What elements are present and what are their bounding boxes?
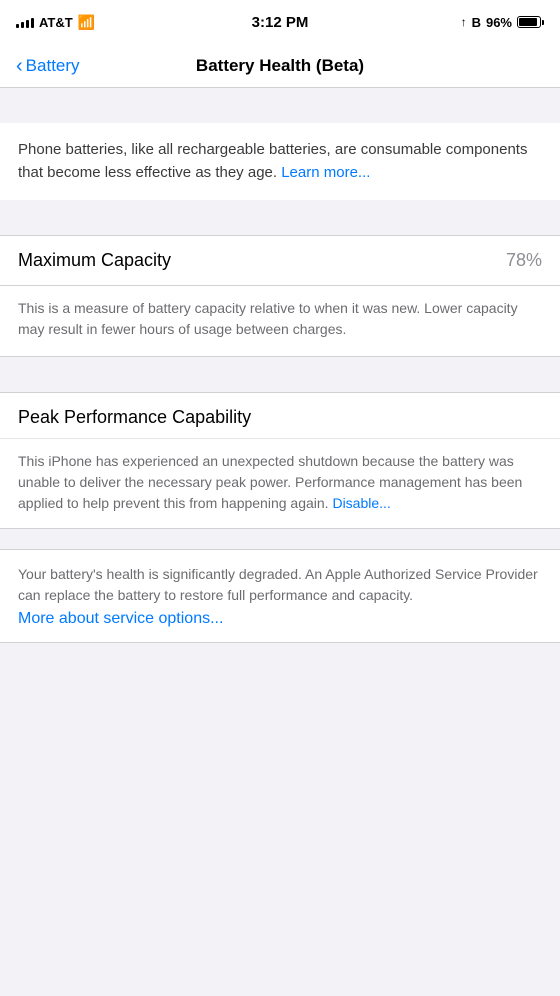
status-bar-left: AT&T 📶 [16, 14, 95, 31]
capacity-value: 78% [506, 250, 542, 271]
peak-performance-text: This iPhone has experienced an unexpecte… [18, 451, 542, 514]
wifi-icon: 📶 [78, 14, 95, 31]
back-label: Battery [26, 56, 80, 76]
degraded-battery-block: Your battery's health is significantly d… [0, 549, 560, 643]
section-gap-1 [0, 200, 560, 235]
location-icon: ↑ [461, 15, 467, 29]
section-gap-2 [0, 357, 560, 392]
maximum-capacity-row: Maximum Capacity 78% [0, 235, 560, 286]
page-title: Battery Health (Beta) [96, 56, 464, 76]
intro-text: Phone batteries, like all rechargeable b… [18, 139, 542, 184]
intro-block: Phone batteries, like all rechargeable b… [0, 123, 560, 200]
nav-bar: ‹ Battery Battery Health (Beta) [0, 44, 560, 88]
signal-bars-icon [16, 16, 34, 28]
service-options-link[interactable]: More about service options... [18, 610, 542, 628]
content-area: Phone batteries, like all rechargeable b… [0, 88, 560, 643]
status-time: 3:12 PM [252, 14, 309, 31]
status-bar: AT&T 📶 3:12 PM ↑ B 96% [0, 0, 560, 44]
back-button[interactable]: ‹ Battery [16, 56, 96, 76]
capacity-description-block: This is a measure of battery capacity re… [0, 286, 560, 357]
peak-performance-section: Peak Performance Capability This iPhone … [0, 392, 560, 529]
section-gap-top [0, 88, 560, 123]
section-gap-3 [0, 529, 560, 539]
battery-status-icon [517, 16, 544, 28]
battery-pct-label: 96% [486, 15, 512, 30]
bluetooth-icon: B [472, 15, 481, 30]
peak-performance-title: Peak Performance Capability [18, 407, 542, 428]
capacity-description-text: This is a measure of battery capacity re… [18, 298, 542, 340]
disable-link[interactable]: Disable... [332, 495, 390, 511]
status-bar-right: ↑ B 96% [461, 15, 544, 30]
peak-performance-header: Peak Performance Capability [0, 393, 560, 439]
capacity-label: Maximum Capacity [18, 250, 171, 271]
learn-more-link[interactable]: Learn more... [281, 164, 370, 181]
carrier-label: AT&T [39, 15, 73, 30]
peak-performance-description-block: This iPhone has experienced an unexpecte… [0, 439, 560, 528]
degraded-text: Your battery's health is significantly d… [18, 564, 542, 606]
back-chevron-icon: ‹ [16, 56, 23, 76]
